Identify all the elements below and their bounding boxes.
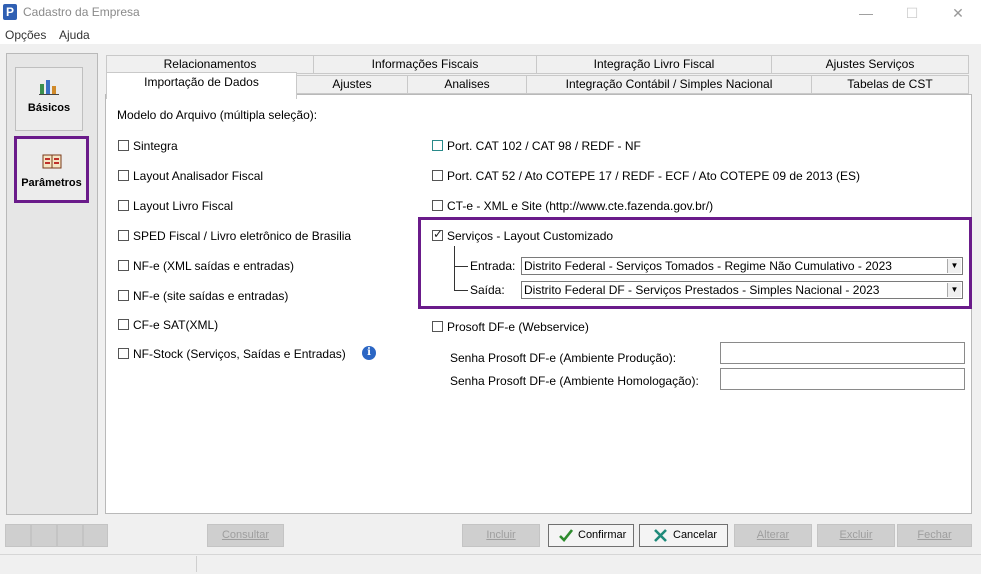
excluir-button[interactable]: Excluir — [817, 524, 895, 547]
section-title: Modelo do Arquivo (múltipla seleção): — [117, 108, 318, 122]
tab-integracao-livro-fiscal[interactable]: Integração Livro Fiscal — [536, 55, 772, 74]
tab-informacoes-fiscais[interactable]: Informações Fiscais — [313, 55, 537, 74]
checkbox-label: Prosoft DF-e (Webservice) — [447, 320, 589, 334]
consultar-button[interactable]: Consultar — [207, 524, 284, 547]
cancelar-button[interactable]: Cancelar — [639, 524, 728, 547]
nav-last-button[interactable] — [83, 524, 108, 547]
book-icon — [42, 154, 61, 169]
sidebar-item-basicos[interactable]: Básicos — [15, 67, 83, 131]
minimize-button[interactable]: — — [856, 4, 876, 22]
saida-select[interactable]: Distrito Federal DF - Serviços Prestados… — [521, 281, 963, 299]
tab-ajustes-servicos[interactable]: Ajustes Serviços — [771, 55, 969, 74]
nav-prev-button[interactable] — [31, 524, 57, 547]
check-icon — [559, 529, 573, 542]
saida-label: Saída: — [470, 283, 505, 297]
sidebar-item-label: Básicos — [27, 102, 71, 114]
chart-icon — [39, 80, 59, 95]
info-icon[interactable]: i — [362, 346, 376, 360]
incluir-button[interactable]: Incluir — [462, 524, 540, 547]
entrada-select-value: Distrito Federal - Serviços Tomados - Re… — [524, 259, 892, 273]
senha-homologacao-input[interactable] — [720, 368, 965, 390]
maximize-button[interactable]: ☐ — [902, 4, 922, 22]
nav-next-button[interactable] — [57, 524, 83, 547]
checkbox-cfe-sat[interactable] — [118, 319, 129, 330]
title-bar — [0, 0, 981, 26]
checkbox-label: Sintegra — [133, 139, 178, 153]
tree-line — [454, 266, 468, 267]
tab-analises[interactable]: Analises — [407, 75, 527, 94]
checkbox-nfe-site[interactable] — [118, 290, 129, 301]
checkbox-label: Serviços - Layout Customizado — [447, 229, 614, 243]
saida-select-value: Distrito Federal DF - Serviços Prestados… — [524, 283, 880, 297]
menu-bar — [0, 26, 981, 44]
x-icon — [654, 529, 667, 542]
tree-line — [454, 246, 455, 290]
tab-importacao-de-dados[interactable]: Importação de Dados — [106, 72, 297, 99]
checkbox-label: Port. CAT 102 / CAT 98 / REDF - NF — [447, 139, 641, 153]
checkbox-servicos-layout[interactable] — [432, 227, 443, 241]
nav-first-button[interactable] — [5, 524, 31, 547]
senha-producao-label: Senha Prosoft DF-e (Ambiente Produção): — [450, 351, 677, 365]
menu-opcoes[interactable]: Opções — [5, 28, 46, 42]
app-icon: P — [3, 4, 17, 20]
checkbox-layout-analisador[interactable] — [118, 170, 129, 181]
window-title: Cadastro da Empresa — [23, 5, 140, 19]
sidebar-item-parametros[interactable]: Parâmetros — [14, 136, 89, 203]
checkbox-cte-xml[interactable] — [432, 200, 443, 211]
checkbox-label: CF-e SAT(XML) — [133, 318, 219, 332]
checkbox-nfe-xml[interactable] — [118, 260, 129, 271]
checkbox-sintegra[interactable] — [118, 140, 129, 151]
entrada-label: Entrada: — [470, 259, 516, 273]
checkbox-port-cat-52[interactable] — [432, 170, 443, 181]
checkbox-label: CT-e - XML e Site (http://www.cte.fazend… — [447, 199, 714, 213]
checkbox-label: Port. CAT 52 / Ato COTEPE 17 / REDF - EC… — [447, 169, 861, 183]
checkbox-nf-stock[interactable] — [118, 348, 129, 359]
confirmar-button[interactable]: Confirmar — [548, 524, 634, 547]
status-bar — [0, 554, 981, 574]
tab-ajustes[interactable]: Ajustes — [296, 75, 408, 94]
tab-tabelas-cst[interactable]: Tabelas de CST — [811, 75, 969, 94]
sidebar-item-label: Parâmetros — [21, 177, 82, 189]
checkbox-label: NF-e (XML saídas e entradas) — [133, 259, 294, 273]
checkbox-label: Layout Analisador Fiscal — [133, 169, 264, 183]
checkbox-port-cat-102[interactable] — [432, 140, 443, 151]
confirmar-label: Confirmar — [578, 529, 627, 541]
tree-line — [454, 290, 468, 291]
checkbox-layout-livro[interactable] — [118, 200, 129, 211]
tab-integracao-contabil[interactable]: Integração Contábil / Simples Nacional — [526, 75, 812, 94]
chevron-down-icon[interactable]: ▼ — [947, 283, 961, 297]
entrada-select[interactable]: Distrito Federal - Serviços Tomados - Re… — [521, 257, 963, 275]
alterar-button[interactable]: Alterar — [734, 524, 812, 547]
checkbox-label: SPED Fiscal / Livro eletrônico de Brasil… — [133, 229, 352, 243]
chevron-down-icon[interactable]: ▼ — [947, 259, 961, 273]
status-divider — [196, 556, 197, 572]
senha-producao-input[interactable] — [720, 342, 965, 364]
fechar-button[interactable]: Fechar — [897, 524, 972, 547]
checkbox-sped-fiscal[interactable] — [118, 230, 129, 241]
checkbox-label: Layout Livro Fiscal — [133, 199, 234, 213]
menu-ajuda[interactable]: Ajuda — [59, 28, 90, 42]
close-button[interactable]: ✕ — [948, 4, 968, 22]
senha-homologacao-label: Senha Prosoft DF-e (Ambiente Homologação… — [450, 374, 699, 388]
cancelar-label: Cancelar — [673, 529, 718, 541]
checkbox-prosoft-dfe[interactable] — [432, 321, 443, 332]
checkbox-label: NF-e (site saídas e entradas) — [133, 289, 289, 303]
checkbox-label: NF-Stock (Serviços, Saídas e Entradas) — [133, 347, 346, 361]
